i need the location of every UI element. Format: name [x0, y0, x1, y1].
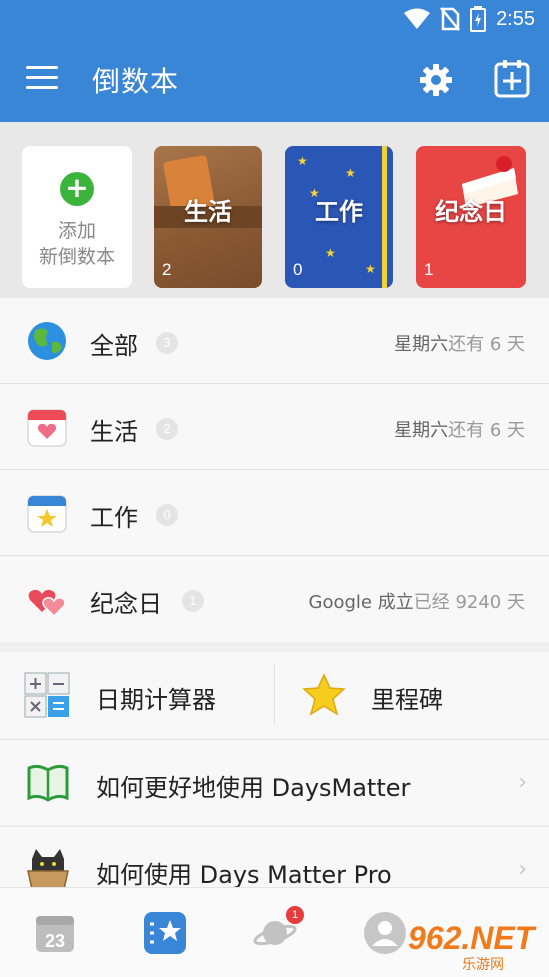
add-book-label: 添加 新倒数本 [38, 220, 115, 268]
star-icon: ★ [325, 246, 336, 260]
gear-icon[interactable] [418, 62, 454, 98]
milestone-button[interactable]: 里程碑 [275, 652, 549, 738]
book-label: 生活 [184, 198, 232, 226]
date-calculator-button[interactable]: 日期计算器 [0, 652, 274, 738]
battery-charging-icon [470, 6, 487, 32]
star-icon: ★ [365, 262, 376, 276]
list-item-life[interactable]: 生活 2 星期六还有 6 天 [0, 384, 549, 470]
calendar-icon: 23 [36, 916, 74, 952]
list-item-label: 纪念日 [90, 590, 162, 618]
help-item-label: 如何使用 Days Matter Pro [96, 861, 392, 889]
list-item-label: 全部 [90, 332, 138, 360]
tab-discover[interactable]: 1 [252, 906, 304, 956]
add-circle-icon: + [60, 172, 94, 206]
book-count: 1 [424, 260, 434, 279]
star-icon: ★ [345, 166, 356, 180]
next-event-info: 星期六还有 6 天 [394, 420, 525, 441]
count-badge: 1 [182, 590, 204, 612]
tools-row: 日期计算器 里程碑 [0, 652, 549, 738]
status-bar: 2:55 [0, 0, 549, 38]
book-life[interactable]: 生活 2 [154, 146, 262, 288]
list-item-anniversary[interactable]: 纪念日 1 Google 成立已经 9240 天 [0, 556, 549, 642]
list-item-all[interactable]: 全部 3 星期六还有 6 天 [0, 298, 549, 384]
watermark-subtext: 乐游网 [462, 956, 504, 972]
count-badge: 3 [156, 332, 178, 354]
notification-badge: 1 [286, 906, 304, 924]
book-work[interactable]: ★ ★ ★ ★ ★ 工作 0 [285, 146, 393, 288]
avatar-icon [364, 912, 406, 954]
add-book-card[interactable]: + 添加 新倒数本 [22, 146, 132, 288]
count-badge: 2 [156, 418, 178, 440]
list-item-label: 生活 [90, 418, 138, 446]
tab-profile[interactable] [362, 910, 408, 956]
star-icon [302, 673, 346, 716]
book-label: 工作 [315, 198, 363, 226]
chevron-right-icon: › [518, 770, 527, 795]
app-bar: 倒数本 [0, 38, 549, 122]
star-list-icon [144, 912, 186, 954]
help-item-label: 如何更好地使用 DaysMatter [96, 774, 411, 802]
book-icon [27, 764, 69, 802]
book-label: 纪念日 [435, 198, 507, 226]
add-event-icon[interactable] [494, 60, 530, 98]
menu-icon[interactable] [26, 66, 58, 92]
milestone-label: 里程碑 [371, 686, 443, 714]
book-count: 2 [162, 260, 172, 279]
calendar-star-icon [27, 495, 67, 533]
book-anniversary[interactable]: 纪念日 1 [416, 146, 526, 288]
tab-books[interactable] [142, 910, 188, 956]
chevron-right-icon: › [518, 857, 527, 882]
hearts-icon [28, 589, 66, 618]
help-item[interactable]: 如何更好地使用 DaysMatter › [0, 739, 549, 825]
tab-calendar[interactable]: 23 [32, 910, 78, 956]
no-sim-icon [440, 7, 461, 31]
date-calculator-label: 日期计算器 [96, 686, 216, 714]
svg-text:23: 23 [45, 931, 65, 951]
calculator-icon [24, 672, 70, 718]
globe-icon [28, 322, 66, 360]
next-event-info: 星期六还有 6 天 [394, 334, 525, 355]
watermark-logo: 962.NET [408, 920, 535, 956]
cat-in-box-icon [27, 849, 69, 890]
wifi-icon [404, 8, 431, 29]
star-icon: ★ [297, 154, 308, 168]
list-item-label: 工作 [90, 504, 138, 532]
clock: 2:55 [496, 7, 535, 30]
count-badge: 0 [156, 504, 178, 526]
category-list: 全部 3 星期六还有 6 天 生活 2 星期六还有 6 天 工作 0 纪念日 1… [0, 298, 549, 642]
book-shelf: + 添加 新倒数本 生活 2 ★ ★ ★ ★ ★ 工作 0 纪念日 1 [0, 122, 549, 298]
next-event-info: Google 成立已经 9240 天 [308, 592, 525, 613]
calendar-heart-icon [27, 409, 67, 447]
list-item-work[interactable]: 工作 0 [0, 470, 549, 556]
page-title: 倒数本 [92, 65, 180, 98]
book-count: 0 [293, 260, 303, 279]
